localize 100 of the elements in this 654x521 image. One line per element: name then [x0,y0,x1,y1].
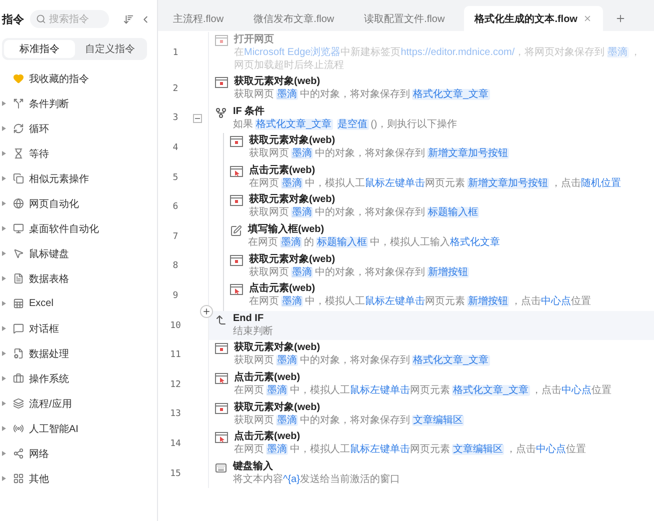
expand-arrow-icon[interactable] [2,476,6,481]
edit-icon [230,224,242,237]
sidebar-item[interactable]: 我收藏的指令 [0,66,157,91]
expand-arrow-icon[interactable] [2,376,6,381]
sidebar-item[interactable]: 网络 [0,441,157,466]
sidebar-item[interactable]: 相似元素操作 [0,166,157,191]
browser-icon [215,77,228,88]
step-title: 获取元素对象(web) [249,135,336,148]
grid-icon [13,473,24,484]
step-title: 填写输入框(web) [248,224,326,236]
line-number: 13 [169,409,182,420]
sidebar-item[interactable]: 循环 [0,116,157,141]
sidebar-item[interactable]: 等待 [0,141,157,166]
step-description: 获取网页 墨滴 中的对象，将对象保存到 格式化文章_文章 [234,89,491,102]
browser-icon [215,343,228,354]
step-description: 将文本内容^{a}发送给当前激活的窗口 [233,474,401,487]
hourglass-icon [13,148,24,159]
browser-click-icon [215,432,228,444]
step-title: 获取元素对象(web) [234,342,322,354]
share-icon [13,448,24,459]
sidebar-item[interactable]: 对话框 [0,316,157,341]
file-tab[interactable]: 主流程.flow [162,6,235,31]
sidebar-item[interactable]: 桌面软件自动化 [0,216,157,241]
close-icon[interactable] [583,14,592,23]
step-title: 点击元素(web) [249,283,316,296]
expand-arrow-icon[interactable] [2,401,6,406]
keyboard-icon [215,462,227,474]
line-number: 8 [172,261,180,272]
spreadsheet-icon [13,298,24,309]
browser-icon [215,35,228,46]
expand-arrow-icon[interactable] [2,126,6,131]
loop-icon [13,123,24,134]
expand-arrow-icon[interactable] [2,226,6,231]
pointer-icon [13,248,24,259]
line-number: 4 [172,142,180,153]
file-tab[interactable]: 格式化生成的文本.flow [464,6,604,31]
sidebar-item[interactable]: 数据处理 [0,341,157,366]
expand-arrow-icon[interactable] [2,426,6,431]
signal-icon [13,423,24,434]
layers-icon [13,398,24,409]
sidebar-tab[interactable]: 标准指令 [4,40,74,58]
expand-arrow-icon[interactable] [2,201,6,206]
step-title: 获取元素对象(web) [234,402,322,414]
step-title: IF 条件 [233,106,266,118]
sidebar-tab[interactable]: 自定义指令 [74,40,145,58]
browser-icon [230,254,243,266]
file-tab[interactable]: 微信发布文章.flow [242,6,346,31]
expand-arrow-icon[interactable] [2,351,6,356]
line-number: 1 [172,48,180,58]
sidebar-item[interactable]: 数据表格 [0,266,157,291]
expand-arrow-icon[interactable] [2,176,6,181]
line-number: 7 [172,232,180,242]
file-tab[interactable]: 读取配置文件.flow [353,6,456,31]
line-number: 15 [169,468,182,479]
expand-arrow-icon[interactable] [2,301,6,306]
sidebar-item[interactable]: Excel [0,291,157,316]
line-number: 5 [172,172,180,183]
expand-arrow-icon[interactable] [2,251,6,256]
briefcase-icon [13,373,24,384]
plus-icon [615,13,626,24]
line-number: 2 [172,84,180,94]
step-row-highlight[interactable]: End IF 结束判断 [209,310,654,340]
expand-arrow-icon[interactable] [2,101,6,106]
browser-icon [215,402,228,414]
add-step-button[interactable] [200,304,213,318]
expand-arrow-icon[interactable] [2,451,6,456]
step-description: 获取网页 墨滴 中的对象，将对象保存到 文章编辑区 [234,414,465,428]
search-icon [36,14,46,24]
step-title: End IF [233,312,265,325]
expand-arrow-icon[interactable] [2,326,6,331]
message-icon [13,323,24,334]
expand-arrow-icon[interactable] [2,276,6,281]
sidebar-item[interactable]: 操作系统 [0,366,157,391]
panel-title: 指令 [2,12,24,26]
step-title: 打开网页 [234,34,275,46]
sidebar-item[interactable]: 其他 [0,466,157,491]
sidebar-item[interactable]: 流程/应用 [0,391,157,416]
line-number: 3 [172,113,180,124]
sidebar-item[interactable]: 条件判断 [0,91,157,116]
minus-icon [195,116,200,121]
search-field[interactable]: 搜索指令 [30,10,109,28]
browser-click-icon [215,372,228,384]
search-input[interactable]: 搜索指令 [49,14,103,24]
step-description: 在网页 墨滴 中，模拟人工鼠标左键单击网页元素 文章编辑区 ，点击中心点位置 [234,444,587,458]
monitor-icon [13,223,24,234]
step-description: 获取网页 墨滴 中的对象，将对象保存到 标题输入框 [249,207,480,220]
sidebar-item[interactable]: 人工智能AI [0,416,157,441]
document-icon [13,273,24,284]
collapse-toggle[interactable] [193,114,202,123]
sort-icon[interactable] [123,14,134,24]
merge-icon [215,314,227,326]
line-number: 11 [169,350,182,360]
branch-icon [13,98,24,109]
line-number: 14 [169,438,182,449]
expand-arrow-icon[interactable] [2,151,6,156]
sidebar-item[interactable]: 网页自动化 [0,191,157,216]
step-description: 在网页 墨滴 中，模拟人工鼠标左键单击网页元素 新增文章加号按钮 ，点击随机位置 [249,178,622,191]
globe-icon [13,198,24,209]
step-description: 在网页 墨滴 的 标题输入框 中，模拟人工输入格式化文章 [248,236,501,250]
sidebar-item[interactable]: 鼠标键盘 [0,241,157,266]
